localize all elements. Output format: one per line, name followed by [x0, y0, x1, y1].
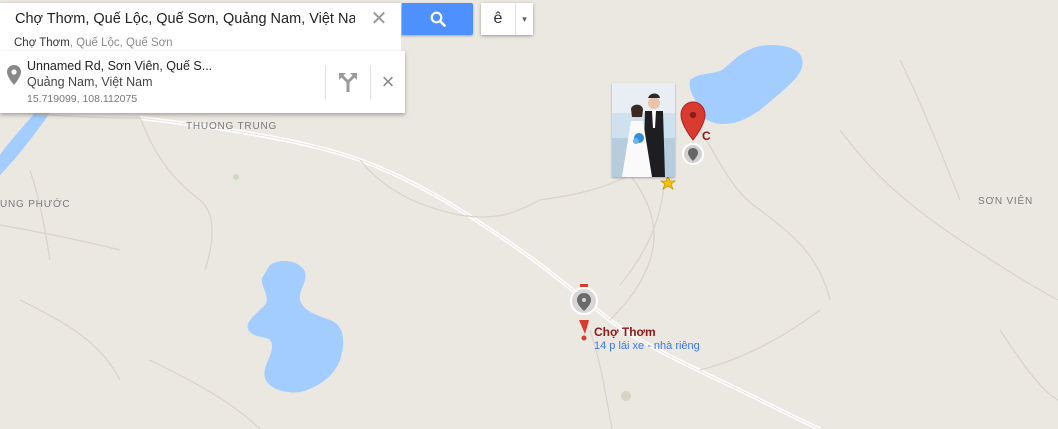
search-icon — [430, 11, 446, 27]
divider — [325, 65, 326, 99]
address-line: Unnamed Rd, Sơn Viên, Quế S... — [27, 59, 213, 73]
coordinates: 15.719099, 108.112075 — [27, 93, 138, 105]
search-box: ✕ — [0, 3, 401, 35]
suggestion-name: Chợ Thơm — [14, 37, 70, 49]
clipped-place-label[interactable]: C — [702, 129, 711, 143]
input-tool-letter[interactable]: ê — [481, 10, 515, 28]
suggestion-detail: , Quế Lộc, Quế Sơn — [69, 37, 173, 49]
directions-icon — [339, 73, 357, 92]
directions-button[interactable] — [333, 68, 363, 96]
info-card: Unnamed Rd, Sơn Viên, Quế S... Quảng Nam… — [0, 51, 405, 113]
close-icon[interactable]: × — [375, 69, 401, 95]
place-travel-info[interactable]: 14 p lái xe - nhà riêng — [594, 340, 700, 352]
search-input[interactable] — [0, 4, 355, 34]
map-label-thuong-trung: THUONG TRUNG — [186, 121, 278, 132]
place-photo[interactable] — [612, 83, 675, 177]
location-marker-icon[interactable] — [682, 143, 704, 165]
address-region: Quảng Nam, Việt Nam — [27, 75, 153, 89]
map-label-phuoc: UNG PHƯỚC — [0, 199, 71, 210]
suggestion-item[interactable]: Chợ Thơm, Quế Lộc, Quế Sơn — [0, 35, 401, 51]
close-icon[interactable]: ✕ — [369, 9, 389, 29]
divider — [370, 65, 371, 99]
location-pin-icon — [7, 65, 21, 85]
input-tools-button[interactable]: ê ▾ — [481, 3, 533, 35]
search-button[interactable] — [402, 3, 473, 35]
chevron-down-icon[interactable]: ▾ — [516, 14, 533, 25]
map-label-son-vien: SƠN VIÊN — [978, 196, 1033, 207]
place-name[interactable]: Chợ Thơm — [594, 325, 656, 339]
